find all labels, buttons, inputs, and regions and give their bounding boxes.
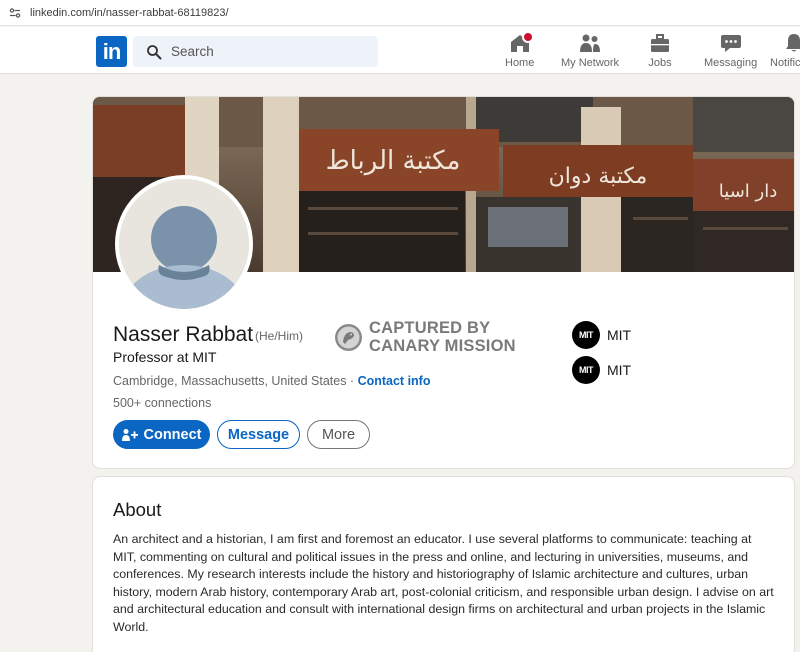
- profile-avatar[interactable]: [115, 175, 253, 313]
- profile-card: مكتبة الرباط مكتبة دوان دار اسيا Nasser …: [92, 96, 795, 469]
- message-label: Message: [227, 426, 290, 443]
- about-card: About An architect and a historian, I am…: [92, 476, 795, 652]
- notification-badge: [521, 31, 534, 43]
- chat-icon: [719, 32, 743, 54]
- about-title: About: [113, 499, 162, 520]
- canary-bird-icon: [335, 324, 362, 351]
- connections-count: 500+ connections: [113, 396, 212, 410]
- search-bar[interactable]: [133, 36, 378, 67]
- separator-dot: ·: [346, 374, 358, 388]
- briefcase-icon: [648, 32, 672, 54]
- stamp-line-1: CAPTURED BY: [369, 319, 491, 337]
- url-text[interactable]: linkedin.com/in/nasser-rabbat-68119823/: [30, 7, 229, 19]
- top-nav: in Home My Network Jobs Messaging Notifi…: [0, 27, 800, 74]
- canary-mission-stamp: CAPTURED BY CANARY MISSION: [334, 319, 516, 355]
- profile-headline: Professor at MIT: [113, 349, 217, 365]
- avatar-placeholder-icon: [119, 179, 249, 309]
- mit-logo-icon: MIT: [572, 356, 600, 384]
- education-item[interactable]: MIT MIT: [572, 356, 631, 384]
- nav-jobs-label: Jobs: [648, 57, 672, 69]
- linkedin-logo[interactable]: in: [96, 36, 127, 67]
- nav-messaging[interactable]: Messaging: [704, 32, 757, 72]
- stamp-line-2: CANARY MISSION: [369, 337, 516, 355]
- svg-text:دار اسيا: دار اسيا: [719, 181, 777, 202]
- search-input[interactable]: [171, 44, 361, 59]
- experience-item[interactable]: MIT MIT: [572, 321, 631, 349]
- message-button[interactable]: Message: [217, 420, 300, 449]
- people-icon: [578, 32, 602, 54]
- nav-my-network[interactable]: My Network: [561, 32, 619, 72]
- nav-messaging-label: Messaging: [704, 57, 758, 69]
- bell-icon: [782, 32, 800, 54]
- svg-text:مكتبة دوان: مكتبة دوان: [549, 164, 648, 189]
- profile-pronouns: (He/Him): [255, 329, 303, 343]
- nav-notifications-label: Notific: [770, 57, 800, 69]
- connect-button[interactable]: Connect: [113, 420, 210, 449]
- connect-label: Connect: [143, 426, 202, 443]
- profile-location: Cambridge, Massachusetts, United States: [113, 374, 347, 388]
- nav-home-label: Home: [505, 57, 535, 69]
- nav-home[interactable]: Home: [505, 31, 535, 72]
- svg-text:مكتبة الرباط: مكتبة الرباط: [326, 146, 461, 176]
- mit-logo-icon: MIT: [572, 321, 600, 349]
- contact-info-link[interactable]: Contact info: [358, 374, 431, 388]
- education-org: MIT: [607, 362, 632, 378]
- add-person-icon: [121, 428, 138, 441]
- about-text: An architect and a historian, I am first…: [113, 532, 774, 634]
- experience-org: MIT: [607, 327, 632, 343]
- site-settings-icon[interactable]: [8, 6, 22, 20]
- more-label: More: [321, 426, 356, 443]
- more-button[interactable]: More: [307, 420, 370, 449]
- nav-my-network-label: My Network: [561, 57, 620, 69]
- browser-url-bar[interactable]: linkedin.com/in/nasser-rabbat-68119823/: [0, 0, 800, 26]
- nav-jobs[interactable]: Jobs: [648, 32, 672, 72]
- home-icon: [508, 31, 534, 54]
- profile-name: Nasser Rabbat: [113, 323, 254, 346]
- profile-location-line: Cambridge, Massachusetts, United States …: [113, 374, 430, 388]
- search-icon: [147, 44, 162, 59]
- nav-notifications[interactable]: Notific: [770, 32, 800, 72]
